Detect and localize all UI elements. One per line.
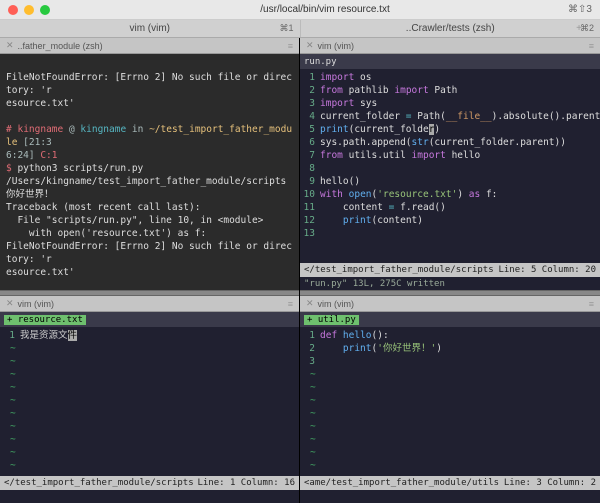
code-line: 4current_folder = Path(__file__).absolut… xyxy=(300,110,600,123)
tab-bar: vim (vim) ⌘1 ..Crawler/tests (zsh) ⌘2 + xyxy=(0,20,600,38)
runpy-editor[interactable]: run.py 1import os2from pathlib import Pa… xyxy=(300,54,600,290)
code-line: 7from utils.util import hello xyxy=(300,149,600,162)
window-title: /usr/local/bin/vim resource.txt xyxy=(50,4,600,15)
buffer-name: run.py xyxy=(304,57,337,67)
code-line: 13 xyxy=(300,227,600,240)
minimize-icon[interactable] xyxy=(24,5,34,15)
close-pane-icon[interactable]: ✕ xyxy=(306,40,314,51)
maximize-pane-icon[interactable]: ≡ xyxy=(288,41,293,51)
close-pane-icon[interactable]: ✕ xyxy=(6,298,14,309)
vim-message: "run.py" 13L, 275C written xyxy=(300,277,600,290)
code-line: 1import os xyxy=(300,71,600,84)
traffic-lights xyxy=(0,5,50,15)
pane-tab-top-right[interactable]: ✕ vim (vim) ≡ xyxy=(300,38,600,54)
pane-tab-top-left[interactable]: ✕ ..father_module (zsh) ≡ xyxy=(0,38,299,54)
maximize-pane-icon[interactable]: ≡ xyxy=(589,41,594,51)
add-tab-icon[interactable]: + xyxy=(576,23,582,34)
maximize-pane-icon[interactable]: ≡ xyxy=(589,299,594,309)
code-line: 10with open('resource.txt') as f: xyxy=(300,188,600,201)
close-icon[interactable] xyxy=(8,5,18,15)
window-shortcut: ⌘⇧3 xyxy=(568,4,592,15)
code-line: 5print(current_folder) xyxy=(300,123,600,136)
close-pane-icon[interactable]: ✕ xyxy=(306,298,314,309)
window-titlebar: /usr/local/bin/vim resource.txt ⌘⇧3 xyxy=(0,0,600,20)
resource-editor[interactable]: + resource.txt 1我是资源文件 ~~~~~~~~~~ </test… xyxy=(0,312,299,503)
pane-tab-bottom-left[interactable]: ✕ vim (vim) ≡ xyxy=(0,296,299,312)
maximize-pane-icon[interactable]: ≡ xyxy=(288,299,293,309)
util-editor[interactable]: + util.py 1def hello():2 print('你好世界！')3… xyxy=(300,312,600,503)
code-line: 1def hello(): xyxy=(300,329,600,342)
vim-message xyxy=(300,490,600,503)
terminal-output[interactable]: FileNotFoundError: [Errno 2] No such fil… xyxy=(0,54,299,290)
code-line: 12 print(content) xyxy=(300,214,600,227)
code-line: 11 content = f.read() xyxy=(300,201,600,214)
tab-crawler[interactable]: ..Crawler/tests (zsh) ⌘2 + xyxy=(301,20,600,37)
buffer-name: + util.py xyxy=(304,315,359,325)
status-bar: </test_import_father_module/scriptsLine:… xyxy=(300,263,600,277)
status-bar: <ame/test_import_father_module/utilsLine… xyxy=(300,476,600,490)
code-line: 3import sys xyxy=(300,97,600,110)
code-line: 3 xyxy=(300,355,600,368)
code-line: 6sys.path.append(str(current_folder.pare… xyxy=(300,136,600,149)
close-pane-icon[interactable]: ✕ xyxy=(6,40,14,51)
buffer-name: + resource.txt xyxy=(4,315,86,325)
code-line: 9hello() xyxy=(300,175,600,188)
code-line: 8 xyxy=(300,162,600,175)
status-bar: </test_import_father_module/scriptsLine:… xyxy=(0,476,299,490)
pane-tab-bottom-right[interactable]: ✕ vim (vim) ≡ xyxy=(300,296,600,312)
code-line: 2 print('你好世界！') xyxy=(300,342,600,355)
maximize-icon[interactable] xyxy=(40,5,50,15)
code-line: 2from pathlib import Path xyxy=(300,84,600,97)
tab-vim[interactable]: vim (vim) ⌘1 xyxy=(0,20,301,37)
vim-message xyxy=(0,490,299,503)
